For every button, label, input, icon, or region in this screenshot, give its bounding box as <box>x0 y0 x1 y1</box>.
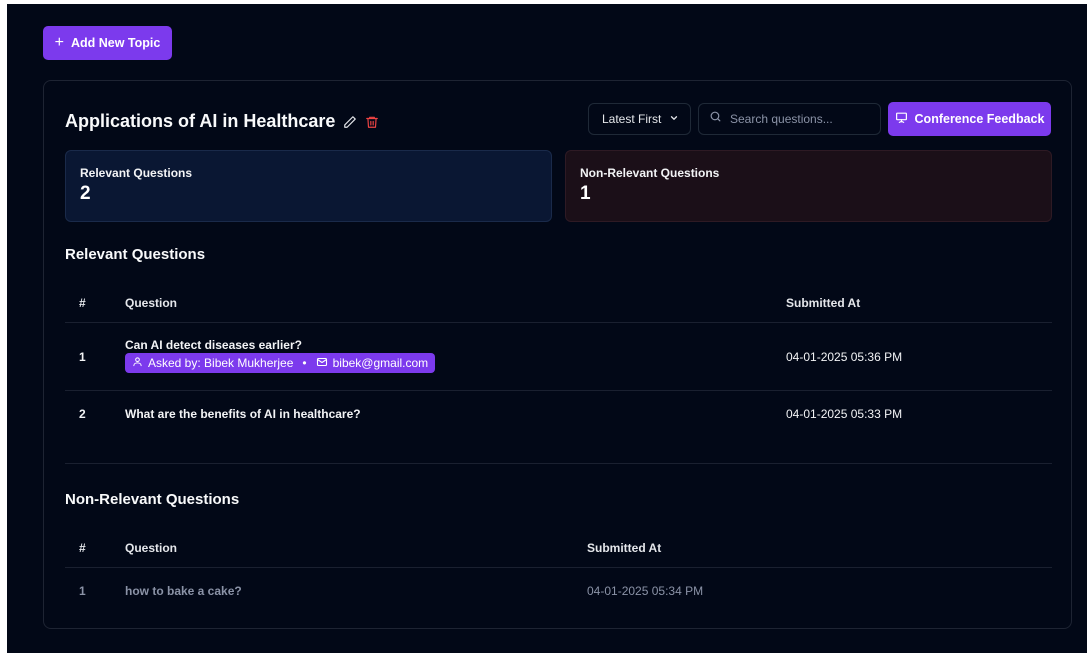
column-header-submitted: Submitted At <box>587 541 662 555</box>
search-icon <box>709 110 722 128</box>
relevant-count-value: 2 <box>80 183 91 204</box>
topic-controls: Latest First Conference Feedback <box>588 102 1051 136</box>
search-input[interactable] <box>730 112 870 126</box>
row-divider <box>65 567 1052 568</box>
asked-by-name: Asked by: Bibek Mukherjee <box>148 356 294 370</box>
non-relevant-count-label: Non-Relevant Questions <box>580 166 720 180</box>
relevant-section-title: Relevant Questions <box>65 246 206 263</box>
sort-selected-value: Latest First <box>602 112 662 126</box>
topic-header: Applications of AI in Healthcare <box>65 111 379 132</box>
relevant-count-card: Relevant Questions 2 <box>65 150 552 222</box>
asked-by-email: bibek@gmail.com <box>332 356 429 370</box>
add-new-topic-button[interactable]: + Add New Topic <box>43 26 172 60</box>
column-header-submitted: Submitted At <box>786 296 861 310</box>
add-new-topic-label: Add New Topic <box>70 36 161 50</box>
user-icon <box>132 356 143 370</box>
submitted-at: 04-01-2025 05:33 PM <box>786 407 903 421</box>
question-text: Can AI detect diseases earlier? <box>125 338 302 352</box>
non-relevant-count-card: Non-Relevant Questions 1 <box>565 150 1052 222</box>
question-text: What are the benefits of AI in healthcar… <box>125 407 361 421</box>
non-relevant-table: # Question Submitted At 1 how to bake a … <box>65 524 1052 614</box>
trash-icon[interactable] <box>365 115 379 129</box>
non-relevant-count-value: 1 <box>580 183 591 204</box>
plus-icon: + <box>54 33 64 51</box>
row-divider <box>65 390 1052 391</box>
asked-by-badge: Asked by: Bibek Mukherjee • bibek@gmail.… <box>125 353 436 373</box>
row-divider <box>65 322 1052 323</box>
chevron-down-icon <box>669 112 679 126</box>
relevant-table: # Question Submitted At 1 Can AI detect … <box>65 279 1052 459</box>
question-text: how to bake a cake? <box>125 584 242 598</box>
section-divider <box>65 463 1052 464</box>
conference-feedback-label: Conference Feedback <box>914 112 1045 126</box>
column-header-number: # <box>79 541 86 555</box>
row-number: 1 <box>79 584 86 598</box>
column-header-number: # <box>79 296 86 310</box>
mail-icon <box>316 356 328 371</box>
column-header-question: Question <box>125 541 178 555</box>
pencil-icon[interactable] <box>343 115 357 129</box>
submitted-at: 04-01-2025 05:34 PM <box>587 584 704 598</box>
column-header-question: Question <box>125 296 178 310</box>
badge-separator: • <box>302 356 307 370</box>
presentation-icon <box>895 111 908 127</box>
conference-feedback-button[interactable]: Conference Feedback <box>888 102 1051 136</box>
sort-select[interactable]: Latest First <box>588 103 691 135</box>
submitted-at: 04-01-2025 05:36 PM <box>786 350 903 364</box>
search-box <box>698 103 881 135</box>
non-relevant-section-title: Non-Relevant Questions <box>65 491 240 508</box>
topic-title: Applications of AI in Healthcare <box>65 111 336 131</box>
app-window: + Add New Topic Applications of AI in He… <box>7 4 1087 653</box>
row-number: 1 <box>79 350 86 364</box>
row-number: 2 <box>79 407 86 421</box>
relevant-count-label: Relevant Questions <box>80 166 193 180</box>
topic-card: Applications of AI in Healthcare Latest … <box>43 80 1072 629</box>
